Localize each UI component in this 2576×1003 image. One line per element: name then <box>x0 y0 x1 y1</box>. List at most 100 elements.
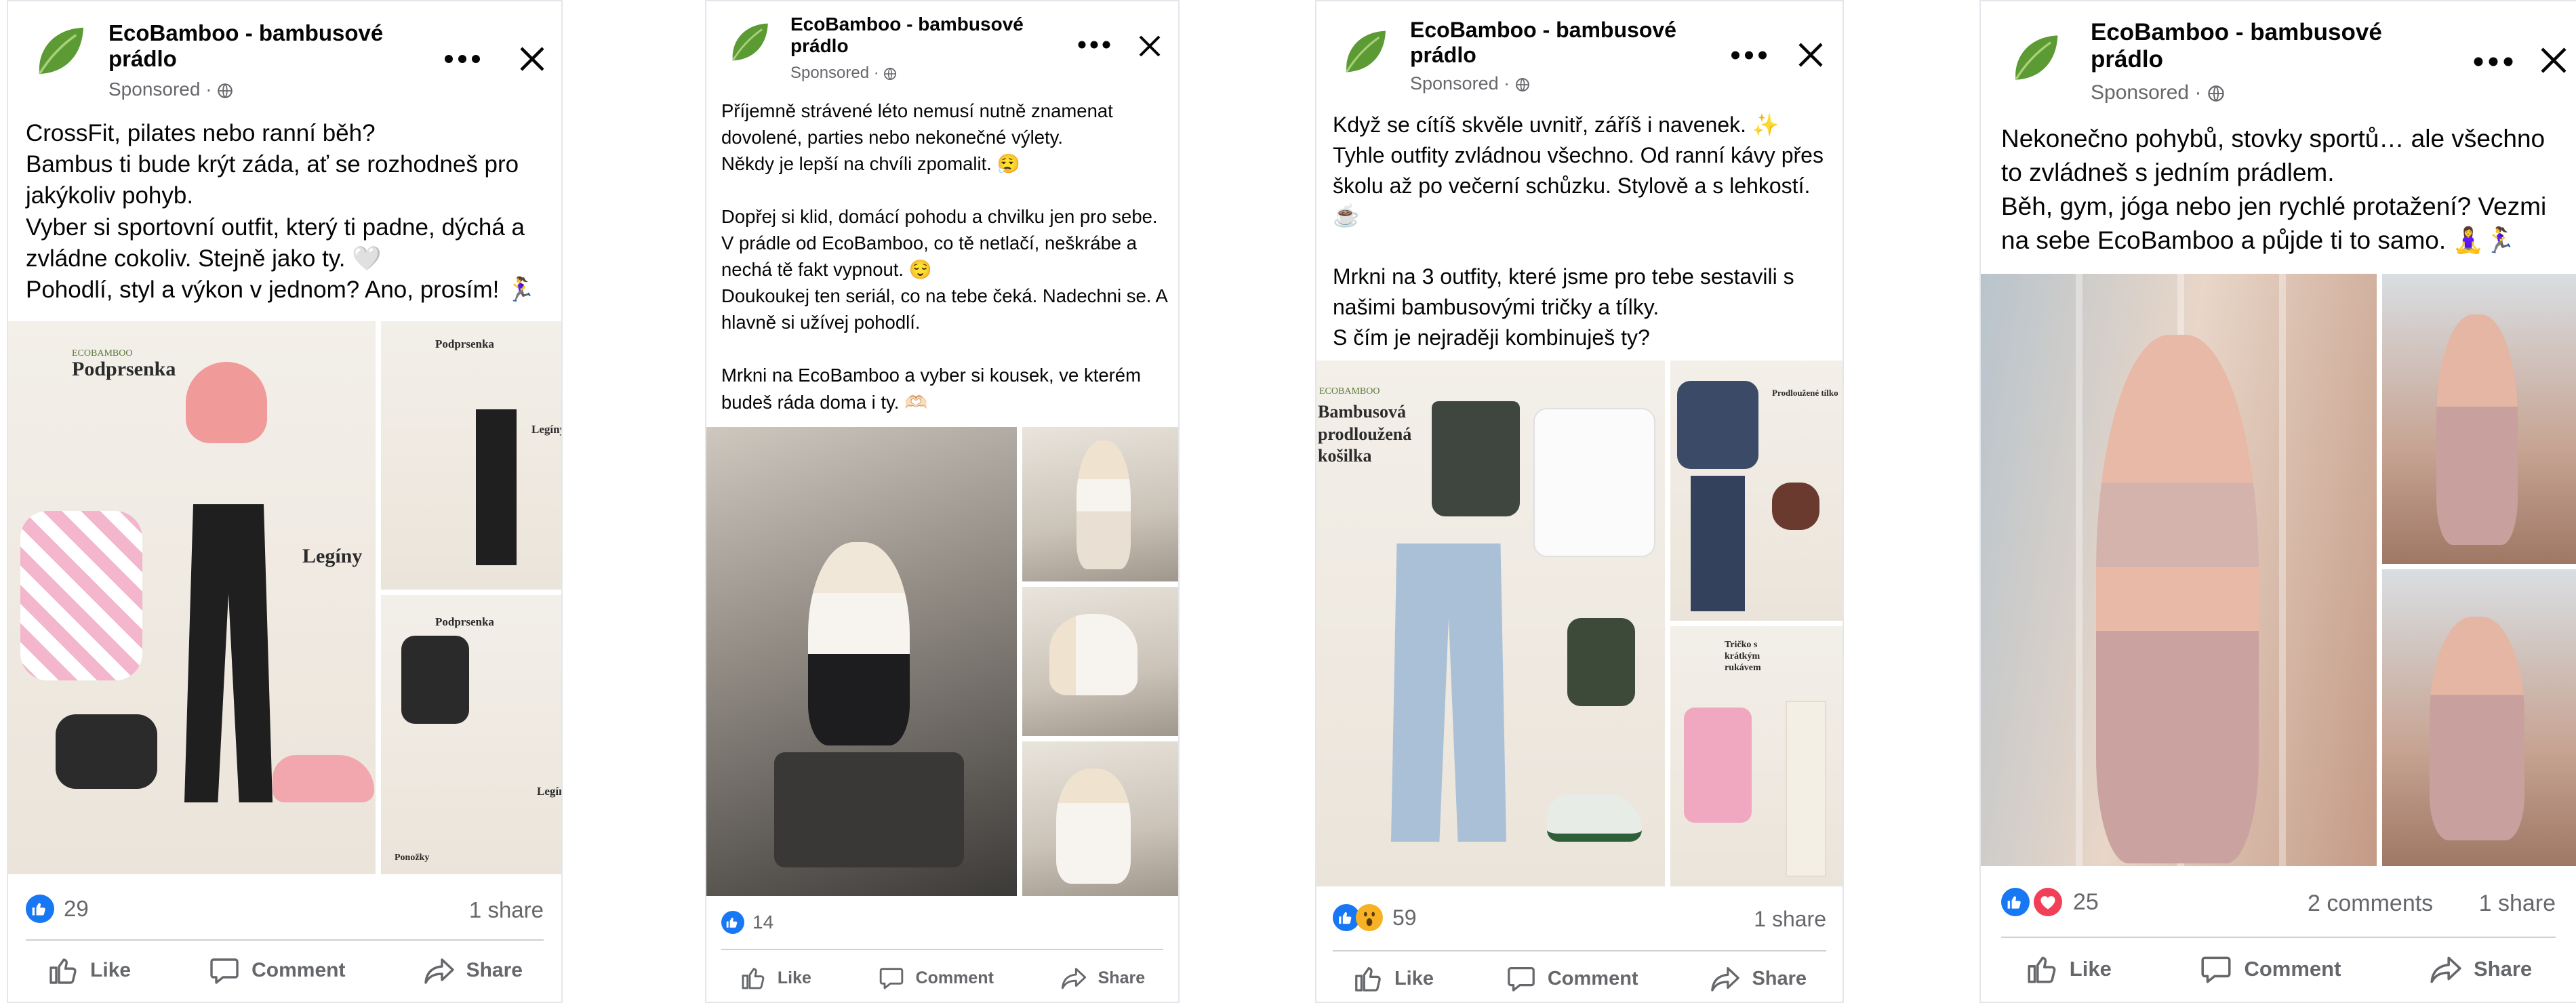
comment-icon <box>1506 963 1537 994</box>
divider <box>2001 937 2556 938</box>
share-count[interactable]: 1 share <box>2479 891 2556 917</box>
close-icon[interactable] <box>515 42 549 76</box>
jeans-graphic <box>1391 544 1506 842</box>
outfit-image-3[interactable]: Podprsenka Legíny Ponožky <box>381 595 561 874</box>
post-media-collage[interactable] <box>706 427 1178 896</box>
image-label-leginy: Legíny <box>537 785 561 798</box>
post-caption: CrossFit, pilates nebo ranní běh? Bambus… <box>26 120 536 303</box>
ad-post-summer: EcoBamboo - bambusové prádlo Sponsored ·… <box>705 0 1180 1003</box>
share-icon <box>2429 952 2463 986</box>
suitcase-graphic <box>774 752 964 867</box>
bag-graphic <box>1567 618 1635 706</box>
action-bar: Like Comment Share <box>1316 960 1843 998</box>
reactions-summary[interactable]: 25 <box>2001 888 2099 916</box>
more-icon[interactable] <box>2472 45 2515 79</box>
stretching-woman-image[interactable] <box>1981 274 2377 866</box>
comment-button[interactable]: Comment <box>2199 949 2341 989</box>
action-bar: Like Comment Share <box>706 960 1178 996</box>
page-name[interactable]: EcoBamboo - bambusové prádlo <box>2091 19 2416 74</box>
thumbs-up-icon <box>47 954 79 987</box>
sport-outfit-image[interactable]: ECOBAMBOO Podprsenka Legíny <box>8 321 376 874</box>
outfit-image-2[interactable]: Podprsenka Legíny <box>381 321 561 590</box>
like-button[interactable]: Like <box>1352 960 1434 998</box>
vest-graphic <box>401 636 469 724</box>
globe-icon <box>883 67 897 81</box>
image-label-ponozky: Ponožky <box>395 853 430 863</box>
close-icon[interactable] <box>1795 39 1826 70</box>
page-name[interactable]: EcoBamboo - bambusové prádlo <box>1410 18 1715 68</box>
sponsored-label: Sponsored · <box>790 64 897 83</box>
divider <box>26 939 544 941</box>
woman-figure <box>2096 335 2259 863</box>
yoga-pose-image[interactable] <box>2382 274 2576 564</box>
sponsored-label: Sponsored · <box>1410 73 1530 94</box>
action-bar: Like Comment Share <box>8 950 561 991</box>
trousers-graphic <box>1786 701 1826 877</box>
relaxing-at-home-image[interactable] <box>706 427 1017 896</box>
lunge-stretch-image[interactable] <box>2382 569 2576 866</box>
comment-button[interactable]: Comment <box>1506 960 1638 998</box>
image-label-podprsenka: Podprsenka <box>435 615 494 628</box>
lifestyle-image-4[interactable] <box>1022 741 1178 896</box>
lifestyle-image-2[interactable] <box>1022 427 1178 581</box>
comment-button[interactable]: Comment <box>208 950 345 991</box>
share-button[interactable]: Share <box>423 950 523 991</box>
leaf-logo-icon[interactable] <box>28 20 89 81</box>
post-media-collage[interactable] <box>1981 274 2576 866</box>
reactions-summary[interactable]: 14 <box>721 911 773 934</box>
close-icon[interactable] <box>1135 31 1165 61</box>
image-label-kosilka: Bambusová prodloužená košilka <box>1318 402 1412 466</box>
leggings-graphic <box>184 504 273 802</box>
comment-icon <box>2199 952 2233 986</box>
post-media-collage[interactable]: ECOBAMBOO Bambusová prodloužená košilka … <box>1316 361 1843 886</box>
leaf-logo-icon[interactable] <box>724 18 773 66</box>
share-button[interactable]: Share <box>2429 949 2532 989</box>
outfit-image-2[interactable]: Prodloužené tílko <box>1670 361 1843 621</box>
post-caption: Nekonečno pohybů, stovky sportů… ale vše… <box>2001 125 2547 254</box>
reactions-summary[interactable]: 29 <box>26 895 89 923</box>
like-button[interactable]: Like <box>47 950 131 991</box>
reaction-count: 29 <box>64 896 89 921</box>
post-media-collage[interactable]: ECOBAMBOO Podprsenka Legíny Podprsenka L… <box>8 321 561 874</box>
post-stats: 29 1 share <box>8 889 561 930</box>
page-name[interactable]: EcoBamboo - bambusové prádlo <box>790 14 1075 57</box>
share-button[interactable]: Share <box>1060 960 1145 996</box>
more-icon[interactable] <box>1729 39 1769 70</box>
outfit-image-3[interactable]: Tričko s krátkým rukávem <box>1670 626 1843 886</box>
page-name[interactable]: EcoBamboo - bambusové prádlo <box>108 20 427 72</box>
lifestyle-image-3[interactable] <box>1022 587 1178 736</box>
more-icon[interactable] <box>1075 31 1113 58</box>
share-button[interactable]: Share <box>1710 960 1807 998</box>
share-icon <box>1710 963 1741 994</box>
comment-button[interactable]: Comment <box>878 960 994 996</box>
leggings-graphic <box>476 409 517 565</box>
reaction-count: 14 <box>752 912 774 933</box>
post-caption: Příjemně strávené léto nemusí nutně znam… <box>721 100 1167 413</box>
globe-icon <box>217 83 233 99</box>
sponsored-label: Sponsored · <box>108 79 233 100</box>
jeans-graphic <box>1691 476 1745 611</box>
ad-post-crossfit: EcoBamboo - bambusové prádlo Sponsored ·… <box>7 0 563 1003</box>
divider <box>1333 950 1826 951</box>
comment-count[interactable]: 2 comments <box>2308 891 2433 917</box>
backpack-graphic <box>20 511 142 680</box>
image-label-podprsenka: Podprsenka <box>435 337 494 350</box>
thumbs-up-icon <box>740 964 767 991</box>
outfit-collage-image[interactable]: ECOBAMBOO Bambusová prodloužená košilka <box>1316 361 1665 886</box>
share-count[interactable]: 1 share <box>469 897 544 923</box>
close-icon[interactable] <box>2537 43 2571 77</box>
globe-icon <box>1515 77 1530 92</box>
like-button[interactable]: Like <box>2025 949 2112 989</box>
reactions-summary[interactable]: 59 <box>1333 904 1417 931</box>
leaf-logo-icon[interactable] <box>1337 24 1391 79</box>
leaf-logo-icon[interactable] <box>2005 28 2064 87</box>
like-button[interactable]: Like <box>740 960 811 996</box>
thumbs-up-icon <box>1352 963 1384 994</box>
share-count[interactable]: 1 share <box>1754 907 1826 932</box>
sponsored-label: Sponsored · <box>2091 81 2225 104</box>
reaction-count: 59 <box>1392 905 1417 930</box>
image-label-podprsenka: Podprsenka <box>72 358 176 380</box>
more-icon[interactable] <box>442 42 483 76</box>
action-bar: Like Comment Share <box>1981 949 2576 989</box>
image-label-tilko: Prodloužené tílko <box>1772 388 1838 398</box>
